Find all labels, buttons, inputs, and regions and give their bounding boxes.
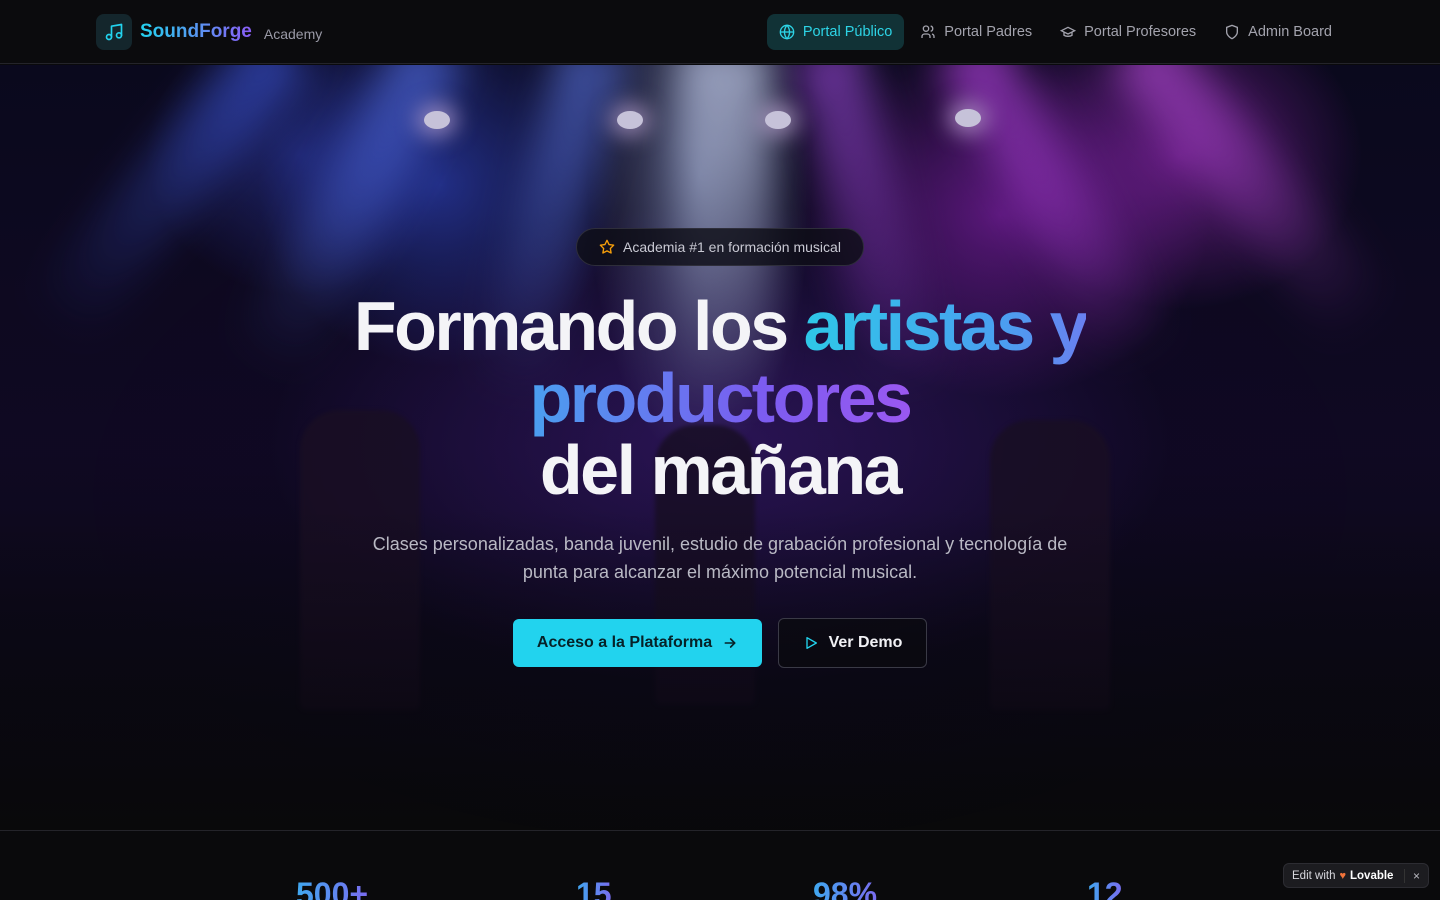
button-label: Ver Demo [828,634,903,651]
section-divider [0,830,1440,831]
nav-label: Portal Profesores [1084,24,1197,40]
nav-label: Portal Padres [944,24,1033,40]
brand-subtitle: Academy [263,25,323,42]
stat-value: 98% [813,876,877,900]
lovable-heart-icon: ♥ [1339,869,1346,882]
stat-value: 15 [576,876,612,900]
top-navbar: SoundForge Academy Portal Público Portal… [0,0,1440,64]
users-icon [921,25,935,38]
lovable-prefix: Edit with [1292,869,1336,882]
stat-value: 12 [1087,876,1123,900]
star-icon [599,239,615,254]
nav-label: Admin Board [1248,24,1332,40]
nav-label: Portal Público [802,24,893,40]
headline-part-3: productores [529,359,913,437]
shield-icon [1226,24,1239,40]
hero-subtitle: Clases personalizadas, banda juvenil, es… [372,534,1068,582]
headline-part-4: del mañana [539,431,903,509]
lovable-brand: Lovable [1350,869,1394,882]
hero-headline: Formando los artistas y productores del … [0,290,1440,506]
nav-portal-publico[interactable]: Portal Público [766,14,905,50]
badge-text: Academia #1 en formación musical [623,239,841,255]
nav-links: Portal Público Portal Padres Portal Prof… [766,14,1344,50]
demo-button[interactable]: Ver Demo [778,618,927,668]
button-label: Acceso a la Plataforma [536,634,713,651]
globe-icon [779,24,795,40]
graduation-cap-icon [1060,26,1077,37]
hero-badge: Academia #1 en formación musical [576,228,864,266]
platform-access-button[interactable]: Acceso a la Plataforma [513,619,762,667]
nav-portal-profesores[interactable]: Portal Profesores [1048,14,1208,50]
play-icon [805,637,817,649]
brand-logo[interactable]: SoundForge Academy [96,14,322,50]
headline-part-1: Formando los [353,287,804,365]
hero-section: Academia #1 en formación musical Formand… [0,65,1440,830]
music-note-icon [96,14,132,50]
close-icon[interactable]: × [1403,868,1420,883]
headline-part-2: artistas y [803,287,1089,365]
brand-name: SoundForge [140,21,252,42]
arrow-right-icon [724,638,736,648]
edit-with-lovable-badge[interactable]: Edit with ♥ Lovable × [1283,863,1429,888]
stat-value: 500+ [296,876,368,900]
nav-admin-board[interactable]: Admin Board [1212,14,1344,50]
nav-portal-padres[interactable]: Portal Padres [908,14,1044,50]
